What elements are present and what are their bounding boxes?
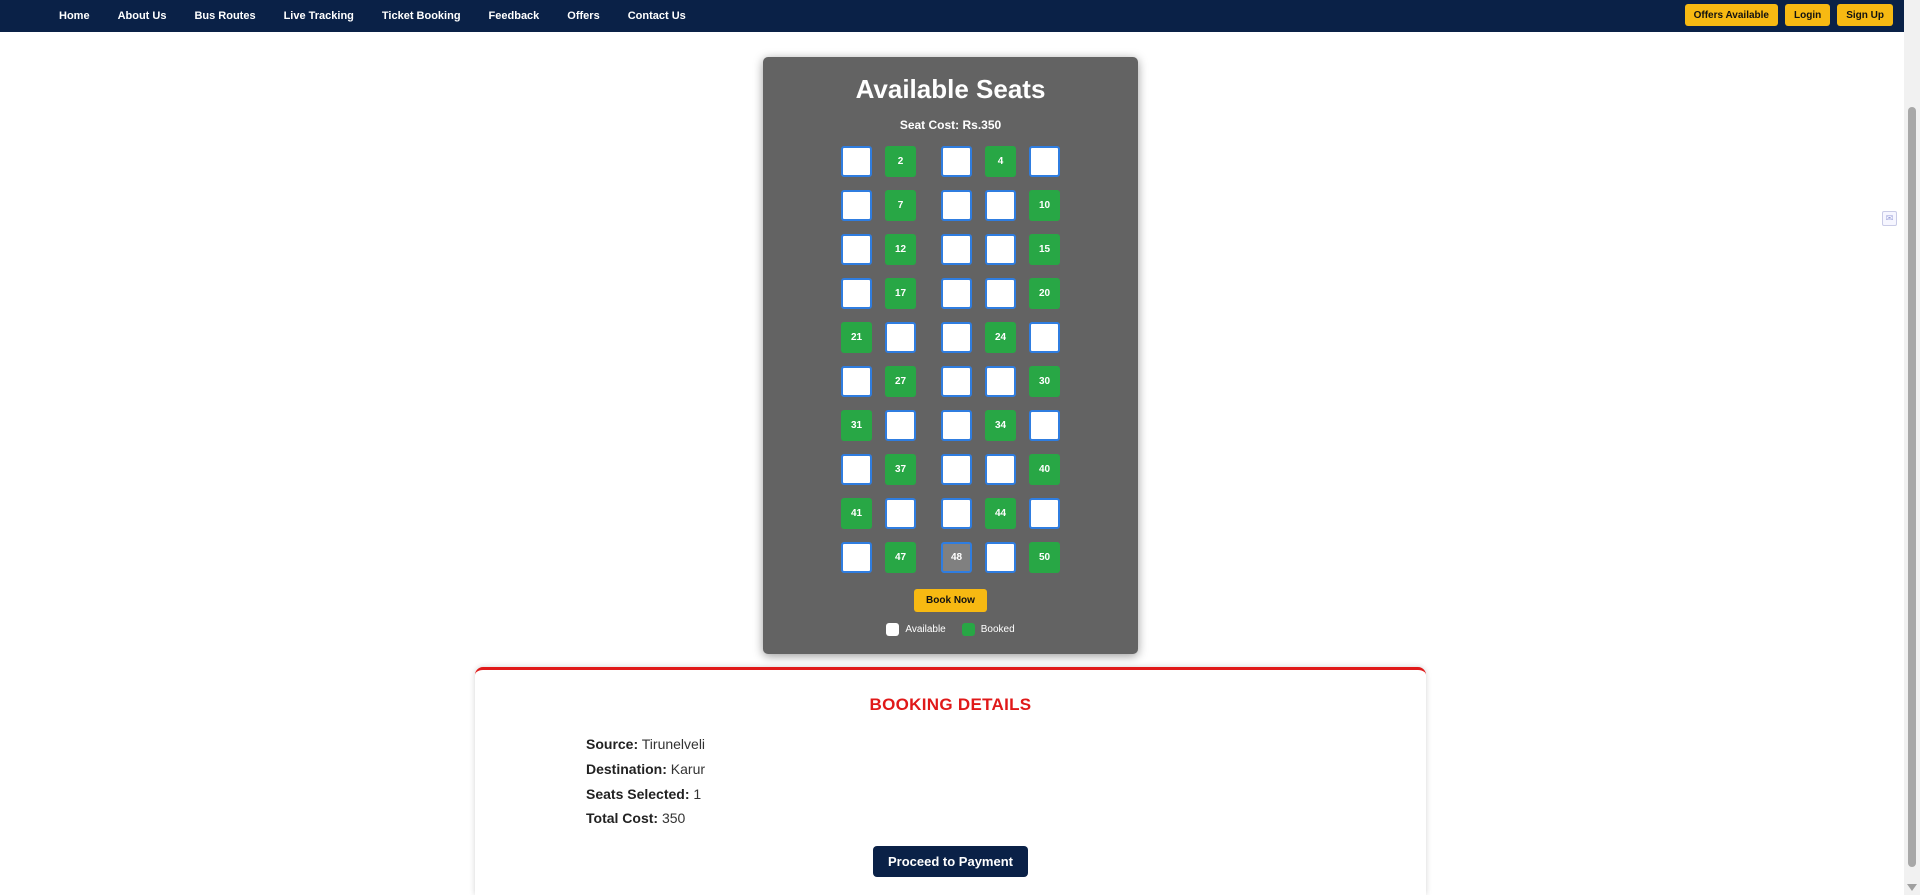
nav-link-bus-routes[interactable]: Bus Routes [194, 10, 255, 22]
legend-booked: Booked [961, 623, 1015, 636]
seat-41-booked[interactable]: 41 [841, 498, 872, 529]
seat-17-booked[interactable]: 17 [885, 278, 916, 309]
seat-33-available[interactable] [941, 410, 972, 441]
seat-5-available[interactable] [1029, 146, 1060, 177]
seat-9-available[interactable] [985, 190, 1016, 221]
destination-label: Destination: [586, 761, 667, 777]
seat-23-available[interactable] [941, 322, 972, 353]
seat-47-booked[interactable]: 47 [885, 542, 916, 573]
seat-28-available[interactable] [941, 366, 972, 397]
seat-42-available[interactable] [885, 498, 916, 529]
seat-1-available[interactable] [841, 146, 872, 177]
seats-selected-value: 1 [693, 786, 702, 802]
seat-48-selected[interactable]: 48 [941, 542, 972, 573]
seat-34-booked[interactable]: 34 [985, 410, 1016, 441]
seat-legend: Available Booked [763, 623, 1138, 636]
seat-10-booked[interactable]: 10 [1029, 190, 1060, 221]
nav-link-about-us[interactable]: About Us [118, 10, 167, 22]
seat-43-available[interactable] [941, 498, 972, 529]
seat-selection-panel: Available Seats Seat Cost: Rs.350 2 4 7 10 1… [763, 57, 1138, 654]
seat-27-booked[interactable]: 27 [885, 366, 916, 397]
total-cost-label: Total Cost: [586, 810, 659, 826]
seat-18-available[interactable] [941, 278, 972, 309]
offers-available-button[interactable]: Offers Available [1684, 4, 1778, 26]
seat-7-booked[interactable]: 7 [885, 190, 916, 221]
seat-24-booked[interactable]: 24 [985, 322, 1016, 353]
nav-link-ticket-booking[interactable]: Ticket Booking [382, 10, 461, 22]
seat-21-booked[interactable]: 21 [841, 322, 872, 353]
seat-26-available[interactable] [841, 366, 872, 397]
seat-29-available[interactable] [985, 366, 1016, 397]
legend-available: Available [886, 623, 946, 636]
seat-39-available[interactable] [985, 454, 1016, 485]
legend-booked-label: Booked [980, 624, 1015, 635]
seat-49-available[interactable] [985, 542, 1016, 573]
seat-grid: 2 4 7 10 12 15 17 20 21 24 27 30 31 34 37 40 41 44 47 48 50 [763, 57, 1138, 654]
nav-link-offers[interactable]: Offers [567, 10, 599, 22]
seat-40-booked[interactable]: 40 [1029, 454, 1060, 485]
scroll-down-arrow-icon[interactable] [1907, 884, 1917, 891]
nav-link-home[interactable]: Home [59, 10, 90, 22]
seat-35-available[interactable] [1029, 410, 1060, 441]
booking-details-card: BOOKING DETAILS Source: Tirunelveli Dest… [475, 667, 1426, 895]
login-button[interactable]: Login [1785, 4, 1831, 26]
source-value: Tirunelveli [641, 736, 706, 752]
legend-available-swatch [886, 623, 900, 636]
nav-link-contact-us[interactable]: Contact Us [628, 10, 686, 22]
seat-38-available[interactable] [941, 454, 972, 485]
destination-value: Karur [670, 761, 706, 777]
seat-19-available[interactable] [985, 278, 1016, 309]
seats-selected-label: Seats Selected: [586, 786, 690, 802]
seat-15-booked[interactable]: 15 [1029, 234, 1060, 265]
legend-booked-swatch [961, 623, 975, 636]
nav-link-feedback[interactable]: Feedback [489, 10, 540, 22]
detail-total-cost: Total Cost: 350 [586, 810, 685, 826]
seat-44-booked[interactable]: 44 [985, 498, 1016, 529]
seat-36-available[interactable] [841, 454, 872, 485]
mail-extension-icon[interactable]: ✉ [1882, 211, 1897, 226]
seat-12-booked[interactable]: 12 [885, 234, 916, 265]
source-label: Source: [586, 736, 639, 752]
seat-31-booked[interactable]: 31 [841, 410, 872, 441]
top-nav-bar: Home About Us Bus Routes Live Tracking T… [0, 0, 1904, 32]
seat-2-booked[interactable]: 2 [885, 146, 916, 177]
proceed-to-payment-button[interactable]: Proceed to Payment [873, 846, 1028, 877]
signup-button[interactable]: Sign Up [1837, 4, 1893, 26]
detail-seats-selected: Seats Selected: 1 [586, 786, 701, 802]
seat-11-available[interactable] [841, 234, 872, 265]
scrollbar-thumb[interactable] [1908, 107, 1916, 867]
detail-destination: Destination: Karur [586, 761, 705, 777]
seat-45-available[interactable] [1029, 498, 1060, 529]
seat-4-booked[interactable]: 4 [985, 146, 1016, 177]
seat-14-available[interactable] [985, 234, 1016, 265]
seat-8-available[interactable] [941, 190, 972, 221]
page-scrollbar[interactable] [1904, 0, 1920, 895]
seat-22-available[interactable] [885, 322, 916, 353]
detail-source: Source: Tirunelveli [586, 736, 705, 752]
seat-6-available[interactable] [841, 190, 872, 221]
seat-30-booked[interactable]: 30 [1029, 366, 1060, 397]
nav-actions: Offers Available Login Sign Up [1684, 4, 1893, 26]
legend-available-label: Available [905, 624, 946, 635]
seat-20-booked[interactable]: 20 [1029, 278, 1060, 309]
seat-16-available[interactable] [841, 278, 872, 309]
seat-50-booked[interactable]: 50 [1029, 542, 1060, 573]
seat-25-available[interactable] [1029, 322, 1060, 353]
seat-37-booked[interactable]: 37 [885, 454, 916, 485]
booking-details-title: BOOKING DETAILS [869, 695, 1032, 714]
nav-link-live-tracking[interactable]: Live Tracking [284, 10, 354, 22]
seat-3-available[interactable] [941, 146, 972, 177]
seat-46-available[interactable] [841, 542, 872, 573]
seat-13-available[interactable] [941, 234, 972, 265]
seat-32-available[interactable] [885, 410, 916, 441]
total-cost-value: 350 [661, 810, 686, 826]
book-now-button[interactable]: Book Now [914, 589, 987, 612]
nav-links: Home About Us Bus Routes Live Tracking T… [45, 0, 700, 32]
